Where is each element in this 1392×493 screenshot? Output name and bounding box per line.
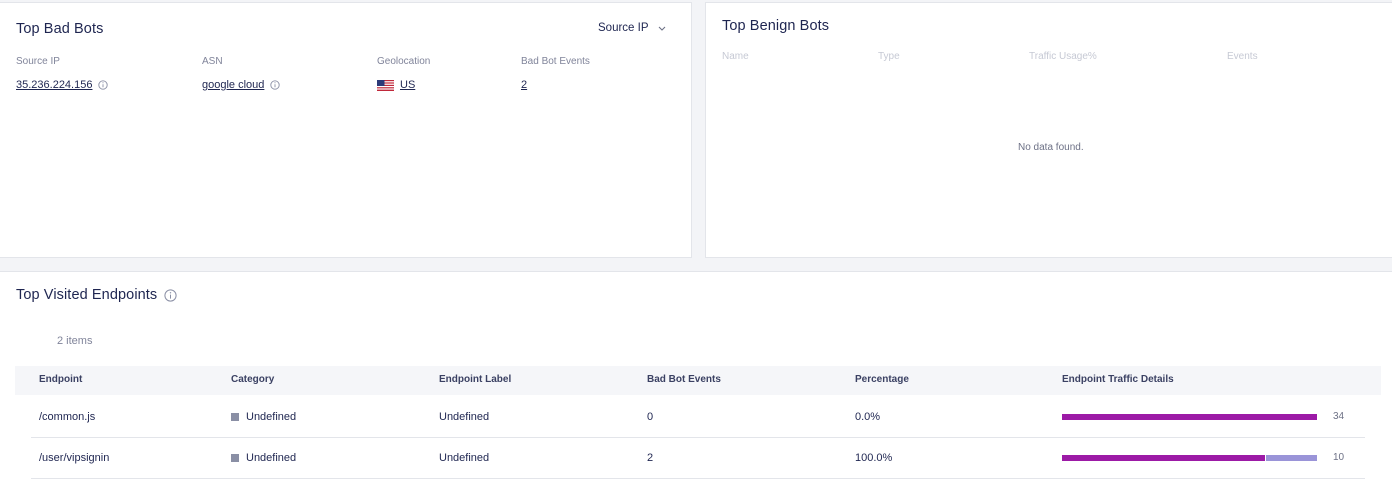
cell-endpoint[interactable]: /user/vipsignin [39,452,109,464]
cell-percentage: 100.0% [855,452,893,464]
traffic-bar-secondary-segment [1266,455,1317,461]
cell-category: Undefined [231,411,296,423]
no-data-message: No data found. [1018,142,1084,153]
top-benign-bots-title: Top Benign Bots [722,18,830,34]
top-bad-bots-card [0,2,692,258]
group-by-dropdown-label: Source IP [598,22,649,34]
col-bad-bot-events: Bad Bot Events [521,56,590,67]
asn-cell: google cloud [202,79,281,91]
traffic-bar-primary-segment [1062,455,1266,461]
group-by-dropdown[interactable]: Source IP [598,22,666,34]
asn-link[interactable]: google cloud [202,79,264,91]
col-events: Events [1227,51,1258,62]
col-geolocation: Geolocation [377,56,431,67]
category-label: Undefined [246,411,297,423]
col-asn: ASN [202,56,223,67]
top-visited-endpoints-header: Top Visited Endpoints [16,287,177,303]
category-color-square [231,454,239,462]
th-percentage[interactable]: Percentage [855,374,909,385]
th-endpoint[interactable]: Endpoint [39,374,82,385]
traffic-bar-primary-segment [1062,414,1317,420]
us-flag-icon [377,79,394,91]
col-name: Name [722,51,749,62]
traffic-bar[interactable] [1062,455,1317,461]
category-color-square [231,413,239,421]
top-benign-bots-card [705,2,1392,258]
top-bad-bots-title: Top Bad Bots [16,21,104,37]
cell-bad-bot-events: 2 [647,452,654,464]
cell-bad-bot-events: 0 [647,411,654,423]
top-visited-endpoints-title: Top Visited Endpoints [16,287,158,303]
cell-endpoint-label: Undefined [439,452,490,464]
th-bad-bot-events[interactable]: Bad Bot Events [647,374,721,385]
category-label: Undefined [246,452,297,464]
bad-bot-events-link[interactable]: 2 [521,79,527,91]
th-category[interactable]: Category [231,374,274,385]
row-divider [31,437,1365,438]
cell-category: Undefined [231,452,296,464]
row-divider [31,478,1365,479]
col-traffic-usage: Traffic Usage% [1029,51,1097,62]
items-count: 2 items [57,335,93,347]
geolocation-cell: US [377,79,415,91]
info-icon[interactable] [164,288,177,302]
traffic-total: 10 [1333,452,1345,463]
cell-percentage: 0.0% [855,411,881,423]
cell-endpoint-label: Undefined [439,411,490,423]
col-source-ip: Source IP [16,56,60,67]
events-cell: 2 [521,79,527,91]
col-type: Type [878,51,900,62]
traffic-total: 34 [1333,411,1345,422]
source-ip-link[interactable]: 35.236.224.156 [16,79,92,91]
traffic-bar[interactable] [1062,414,1317,420]
cell-endpoint[interactable]: /common.js [39,411,95,423]
geolocation-link[interactable]: US [400,79,415,91]
info-icon[interactable] [270,80,281,90]
bad-bot-row: 35.236.224.156 [16,79,109,91]
th-endpoint-traffic-details[interactable]: Endpoint Traffic Details [1062,374,1174,385]
th-endpoint-label[interactable]: Endpoint Label [439,374,511,385]
chevron-down-icon [658,26,665,31]
info-icon[interactable] [98,80,109,90]
